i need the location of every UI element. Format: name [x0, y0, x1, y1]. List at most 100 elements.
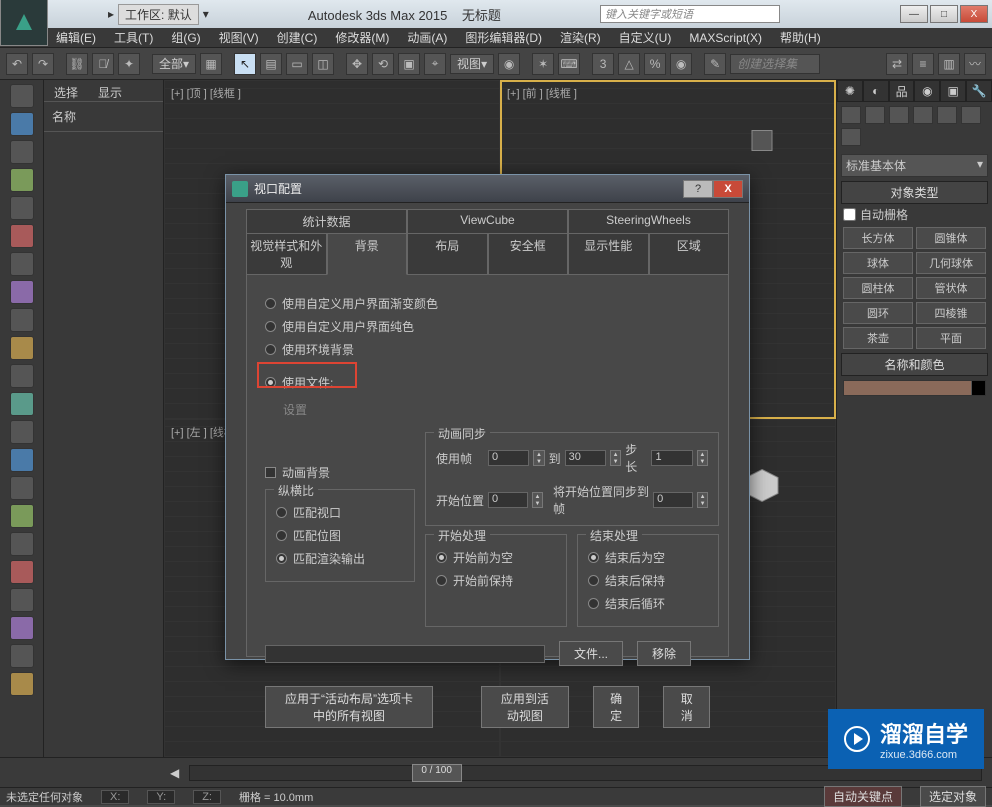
spinner-arrows[interactable]: ▲▼: [697, 492, 708, 508]
btn-cone[interactable]: 圆锥体: [916, 227, 986, 249]
named-sel-icon[interactable]: ✎: [704, 53, 726, 75]
cmd-tab-utilities[interactable]: 🔧: [966, 80, 992, 102]
file-remove-button[interactable]: 移除: [637, 641, 691, 666]
link-button[interactable]: ⛓: [66, 53, 88, 75]
menu-views[interactable]: 视图(V): [219, 29, 259, 46]
layers-button[interactable]: ▥: [938, 53, 960, 75]
minimize-button[interactable]: —: [900, 5, 928, 23]
menu-maxscript[interactable]: MAXScript(X): [689, 31, 762, 45]
menu-rendering[interactable]: 渲染(R): [560, 29, 601, 46]
coord-z[interactable]: Z:: [193, 790, 221, 804]
lt-icon-22[interactable]: [10, 672, 34, 696]
spinner-arrows[interactable]: ▲▼: [610, 450, 621, 466]
anim-bg-checkbox[interactable]: [265, 467, 276, 478]
autogrid-checkbox[interactable]: [843, 208, 856, 221]
undo-button[interactable]: ↶: [6, 53, 28, 75]
lt-icon-9[interactable]: [10, 308, 34, 332]
lt-icon-10[interactable]: [10, 336, 34, 360]
window-crossing-button[interactable]: ◫: [312, 53, 334, 75]
coord-x[interactable]: X:: [101, 790, 129, 804]
tab-statistics[interactable]: 统计数据: [246, 209, 407, 234]
spinner-arrows[interactable]: ▲▼: [532, 492, 543, 508]
cmd-tab-create[interactable]: ✺: [837, 80, 863, 102]
spin-start-pos[interactable]: 0: [488, 492, 528, 508]
lt-icon-19[interactable]: [10, 588, 34, 612]
lt-icon-7[interactable]: [10, 252, 34, 276]
radio-end-hold[interactable]: [588, 575, 599, 586]
cmd-tab-hierarchy[interactable]: 品: [889, 80, 915, 102]
apply-all-button[interactable]: 应用于“活动布局”选项卡中的所有视图: [265, 686, 433, 728]
bind-button[interactable]: ✦: [118, 53, 140, 75]
manip-button[interactable]: ✶: [532, 53, 554, 75]
radio-match-bitmap[interactable]: [276, 530, 287, 541]
select-rect-button[interactable]: ▭: [286, 53, 308, 75]
menu-edit[interactable]: 编辑(E): [56, 29, 96, 46]
timeline-prev-icon[interactable]: ◀: [170, 766, 179, 780]
redo-button[interactable]: ↷: [32, 53, 54, 75]
lt-teapot-icon[interactable]: [10, 84, 34, 108]
lt-icon-4[interactable]: [10, 168, 34, 192]
radio-env[interactable]: [265, 344, 276, 355]
scene-tab-display[interactable]: 显示: [98, 84, 122, 97]
named-selection-sets[interactable]: 创建选择集: [730, 54, 820, 74]
radio-start-hold[interactable]: [436, 575, 447, 586]
create-shapes-icon[interactable]: [865, 106, 885, 124]
menu-help[interactable]: 帮助(H): [780, 29, 821, 46]
mirror-button[interactable]: ⇄: [886, 53, 908, 75]
dialog-close-button[interactable]: X: [713, 180, 743, 198]
tab-layout[interactable]: 布局: [407, 233, 488, 275]
app-logo[interactable]: [0, 0, 48, 46]
lt-icon-11[interactable]: [10, 364, 34, 388]
tab-steeringwheels[interactable]: SteeringWheels: [568, 209, 729, 234]
create-lights-icon[interactable]: [889, 106, 909, 124]
tab-viewcube[interactable]: ViewCube: [407, 209, 568, 234]
radio-solid[interactable]: [265, 321, 276, 332]
keyfilter-button[interactable]: 选定对象: [920, 786, 986, 807]
pivot-button[interactable]: ◉: [498, 53, 520, 75]
btn-pyramid[interactable]: 四棱锥: [916, 302, 986, 324]
radio-match-render[interactable]: [276, 553, 287, 564]
spin-step[interactable]: 1: [651, 450, 692, 466]
file-browse-button[interactable]: 文件...: [559, 641, 623, 666]
lt-icon-20[interactable]: [10, 616, 34, 640]
menu-group[interactable]: 组(G): [171, 29, 200, 46]
align-button[interactable]: ≡: [912, 53, 934, 75]
lt-icon-14[interactable]: [10, 448, 34, 472]
maximize-button[interactable]: □: [930, 5, 958, 23]
radio-start-blank[interactable]: [436, 552, 447, 563]
spinner-snap[interactable]: ◉: [670, 53, 692, 75]
time-slider-knob[interactable]: 0 / 100: [412, 764, 462, 782]
lt-icon-8[interactable]: [10, 280, 34, 304]
menu-grapheditors[interactable]: 图形编辑器(D): [465, 29, 542, 46]
color-picker-icon[interactable]: [971, 381, 985, 395]
lt-icon-15[interactable]: [10, 476, 34, 500]
create-spacewarps-icon[interactable]: [961, 106, 981, 124]
lt-icon-13[interactable]: [10, 420, 34, 444]
scene-tab-select[interactable]: 选择: [54, 84, 78, 97]
lt-icon-3[interactable]: [10, 140, 34, 164]
object-color-swatch[interactable]: [843, 380, 986, 396]
apply-active-button[interactable]: 应用到活动视图: [481, 686, 569, 728]
btn-plane[interactable]: 平面: [916, 327, 986, 349]
scale-button[interactable]: ▣: [398, 53, 420, 75]
keymode-button[interactable]: ⌨: [558, 53, 580, 75]
radio-match-viewport[interactable]: [276, 507, 287, 518]
viewcube-front-icon[interactable]: [744, 122, 780, 161]
dialog-help-button[interactable]: ?: [683, 180, 713, 198]
cancel-button[interactable]: 取消: [663, 686, 710, 728]
lt-icon-17[interactable]: [10, 532, 34, 556]
select-object-button[interactable]: ↖: [234, 53, 256, 75]
btn-tube[interactable]: 管状体: [916, 277, 986, 299]
help-search-input[interactable]: 键入关键字或短语: [600, 5, 780, 23]
lt-icon-21[interactable]: [10, 644, 34, 668]
lt-icon-12[interactable]: [10, 392, 34, 416]
placement-button[interactable]: ⌖: [424, 53, 446, 75]
radio-end-blank[interactable]: [588, 552, 599, 563]
create-helpers-icon[interactable]: [937, 106, 957, 124]
lt-icon-2[interactable]: [10, 112, 34, 136]
lt-icon-18[interactable]: [10, 560, 34, 584]
background-file-field[interactable]: [265, 645, 545, 663]
lt-icon-6[interactable]: [10, 224, 34, 248]
tab-regions[interactable]: 区域: [649, 233, 730, 275]
move-button[interactable]: ✥: [346, 53, 368, 75]
